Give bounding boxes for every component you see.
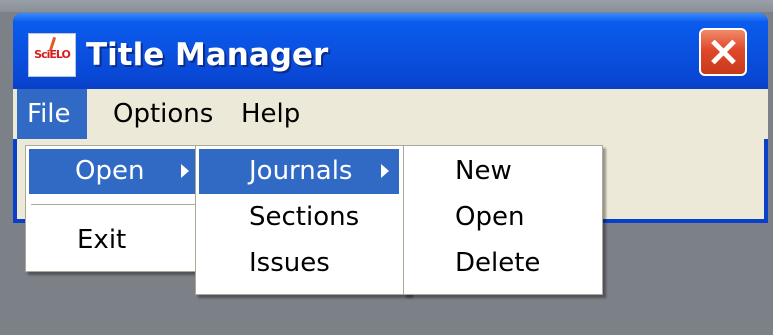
window-title: Title Manager bbox=[86, 37, 329, 73]
submenu-arrow-icon bbox=[181, 164, 189, 178]
journals-submenu: New Open Delete bbox=[403, 145, 603, 295]
menu-item-exit[interactable]: Exit bbox=[29, 218, 201, 263]
scielo-logo-icon: SciELO bbox=[28, 33, 76, 77]
menu-item-new[interactable]: New bbox=[407, 149, 599, 194]
menu-help[interactable]: Help bbox=[231, 89, 311, 139]
file-menu: Open Exit bbox=[25, 145, 205, 272]
menu-item-journal-open[interactable]: Open bbox=[407, 195, 599, 240]
desktop-background bbox=[0, 0, 773, 12]
submenu-arrow-icon bbox=[381, 164, 389, 178]
title-bar[interactable]: SciELO Title Manager bbox=[13, 13, 768, 89]
menu-item-delete[interactable]: Delete bbox=[407, 241, 599, 286]
menu-file[interactable]: File bbox=[17, 89, 87, 139]
close-button[interactable] bbox=[699, 28, 747, 76]
menu-item-journals-label: Journals bbox=[249, 156, 353, 186]
logo-text: SciELO bbox=[34, 48, 71, 61]
menu-item-open-label: Open bbox=[75, 156, 145, 186]
menu-bar: File Options Help bbox=[13, 89, 768, 139]
menu-item-issues[interactable]: Issues bbox=[199, 241, 399, 286]
menu-separator bbox=[31, 204, 199, 206]
menu-options[interactable]: Options bbox=[103, 89, 223, 139]
open-submenu: Journals Sections Issues bbox=[195, 145, 410, 295]
menu-item-journals[interactable]: Journals bbox=[199, 149, 399, 194]
menu-item-open[interactable]: Open bbox=[29, 149, 201, 194]
menu-item-sections[interactable]: Sections bbox=[199, 195, 399, 240]
